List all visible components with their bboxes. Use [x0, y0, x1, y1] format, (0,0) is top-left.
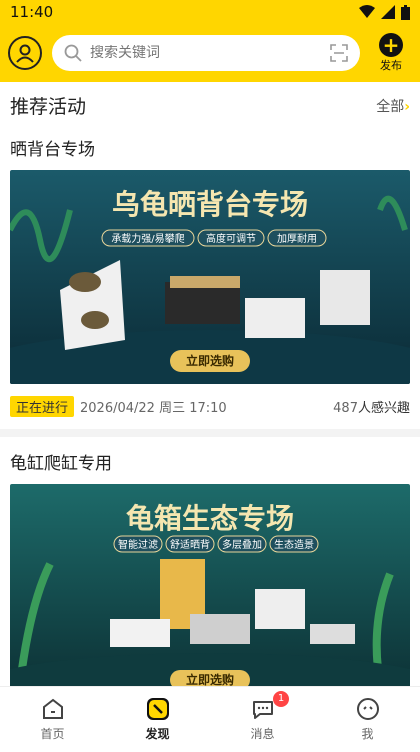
activity-card[interactable]: 晒背台专场 乌龟晒背台专场 承载力强/易攀爬 高度可调节 加厚耐用 立即选购 正…	[0, 123, 420, 429]
activity-card[interactable]: 龟缸爬缸专用 龟箱生态专场 智能过滤 舒适晒背 多层叠加 生态造景 立即选购	[0, 437, 420, 696]
interest-number: 487	[333, 401, 358, 416]
view-all-label: 全部	[376, 98, 405, 115]
plus-icon: +	[379, 33, 403, 57]
section-title: 推荐活动	[10, 96, 87, 118]
scan-icon[interactable]	[330, 44, 348, 62]
nav-messages[interactable]: 1 消息	[210, 687, 315, 752]
status-time: 11:40	[10, 3, 54, 21]
banner-tag: 生态造景	[274, 538, 314, 551]
nav-label: 我	[361, 727, 374, 741]
activity-title: 晒背台专场	[10, 140, 95, 160]
chevron-right-icon: ›	[404, 98, 410, 115]
message-icon	[252, 701, 273, 719]
status-badge: 正在进行	[10, 396, 75, 417]
activity-date: 2026/04/22 周三 17:10	[80, 401, 227, 416]
nav-home[interactable]: 首页	[0, 687, 105, 752]
interest-count: 487人感兴趣	[333, 397, 410, 416]
battery-icon	[401, 4, 410, 20]
activity-meta: 正在进行 2026/04/22 周三 17:10 487人感兴趣	[0, 384, 420, 429]
banner-title: 乌龟晒背台专场	[112, 188, 308, 221]
banner-tag: 舒适晒背	[170, 538, 210, 551]
banner-tag: 智能过滤	[118, 538, 158, 551]
signal-icon	[381, 5, 395, 19]
search-input[interactable]	[90, 45, 322, 61]
avatar[interactable]	[8, 36, 42, 70]
banner-tag: 加厚耐用	[277, 232, 317, 245]
banner-cta: 立即选购	[186, 353, 234, 368]
nav-label: 消息	[250, 727, 275, 741]
banner-tag: 承载力强/易攀爬	[111, 232, 184, 245]
main-content: 推荐活动 全部› 晒背台专场 乌龟晒背台专场 承载力强/易攀爬 高度可调节 加厚…	[0, 82, 420, 696]
wifi-icon	[359, 5, 375, 18]
banner-title: 龟箱生态专场	[126, 502, 294, 535]
nav-label: 首页	[40, 727, 65, 741]
user-icon	[16, 44, 34, 63]
top-bar: + 发布	[0, 24, 420, 82]
search-icon	[64, 44, 82, 62]
profile-icon	[356, 698, 379, 720]
search-bar[interactable]	[52, 35, 360, 71]
interest-label: 人感兴趣	[357, 401, 410, 416]
home-icon	[42, 698, 63, 719]
divider	[0, 429, 420, 437]
banner-tag: 高度可调节	[206, 232, 256, 245]
nav-me[interactable]: 我	[315, 687, 420, 752]
notification-badge: 1	[273, 691, 289, 707]
publish-label: 发布	[380, 59, 402, 72]
discover-icon	[146, 698, 169, 720]
view-all-link[interactable]: 全部›	[376, 96, 410, 116]
status-bar: 11:40	[0, 0, 420, 24]
nav-label: 发现	[145, 727, 170, 741]
bottom-nav: 首页 发现 1 消息 我	[0, 686, 420, 752]
activity-title: 龟缸爬缸专用	[10, 454, 112, 474]
activity-banner[interactable]: 龟箱生态专场 智能过滤 舒适晒背 多层叠加 生态造景 立即选购	[10, 484, 410, 696]
activity-banner[interactable]: 乌龟晒背台专场 承载力强/易攀爬 高度可调节 加厚耐用 立即选购	[10, 170, 410, 384]
nav-discover[interactable]: 发现	[105, 687, 210, 752]
banner-tag: 多层叠加	[222, 538, 262, 551]
banner-image: 龟箱生态专场 智能过滤 舒适晒背 多层叠加 生态造景 立即选购	[10, 484, 410, 696]
banner-cta: 立即选购	[186, 672, 234, 687]
publish-button[interactable]: + 发布	[370, 33, 412, 73]
banner-image: 乌龟晒背台专场 承载力强/易攀爬 高度可调节 加厚耐用 立即选购	[10, 170, 410, 384]
